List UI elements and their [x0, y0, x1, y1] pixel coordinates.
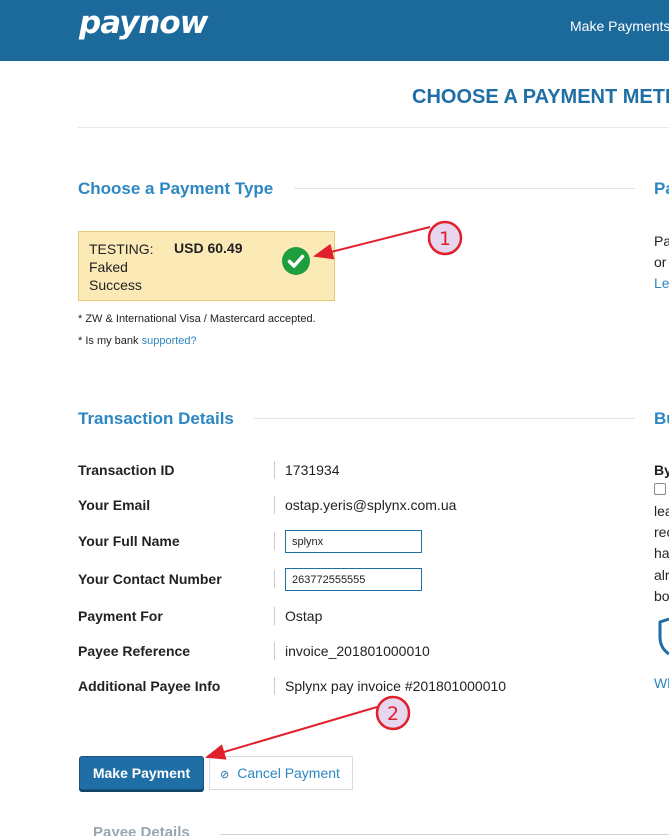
full-name-field[interactable]: [285, 530, 422, 553]
section-divider: [220, 834, 669, 835]
payment-method-label: TESTING: Faked Success: [89, 241, 154, 293]
cancel-icon: ⊘: [220, 769, 230, 781]
payment-for-label: Payment For: [78, 608, 163, 624]
paynow-logo[interactable]: paynow: [79, 5, 208, 41]
section-divider: [254, 418, 635, 419]
payment-method-card[interactable]: TESTING: Faked Success USD 60.49: [78, 231, 335, 301]
right-what-link[interactable]: Wh: [654, 675, 669, 691]
payee-reference-label: Payee Reference: [78, 643, 191, 659]
right-text-line: alr: [654, 567, 669, 583]
annotation-marker: [375, 695, 411, 731]
full-name-label: Your Full Name: [78, 533, 180, 549]
cards-accepted-note: * ZW & International Visa / Mastercard a…: [78, 313, 316, 325]
annotation-number: 1: [439, 228, 451, 250]
contact-number-label: Your Contact Number: [78, 571, 222, 587]
right-section-title: Bu: [654, 409, 669, 428]
section-divider: [294, 188, 635, 189]
bank-note-text: * Is my bank: [78, 335, 139, 347]
transaction-id-value: 1731934: [285, 462, 340, 478]
right-text-line: lea: [654, 503, 669, 519]
annotation-arrow: [205, 706, 378, 760]
right-learn-link[interactable]: Le: [654, 275, 669, 291]
payment-amount: USD 60.49: [174, 240, 243, 256]
row-separator: [274, 496, 275, 514]
row-separator: [274, 607, 275, 625]
right-text-line: rec: [654, 524, 669, 540]
bank-supported-link[interactable]: supported?: [142, 335, 197, 347]
contact-number-field[interactable]: [285, 568, 422, 591]
email-label: Your Email: [78, 497, 151, 513]
cancel-payment-label: Cancel Payment: [237, 765, 340, 781]
payee-details-title: Payee Details: [93, 824, 190, 836]
email-value: ostap.yeris@splynx.com.ua: [285, 497, 457, 513]
right-text-line: Pa: [654, 233, 669, 249]
shield-icon: [658, 617, 669, 656]
row-separator: [274, 570, 275, 588]
bank-supported-note: * Is my bank supported?: [78, 335, 197, 347]
payment-type-section-title: Choose a Payment Type: [78, 179, 274, 198]
page-title: CHOOSE A PAYMENT METH: [412, 86, 669, 108]
row-separator: [274, 461, 275, 479]
right-text-line: or: [654, 254, 667, 270]
right-section-title: Pa: [654, 179, 669, 198]
annotation-marker: [427, 220, 463, 256]
nav-make-payments[interactable]: Make Payments: [570, 18, 669, 34]
payment-for-value: Ostap: [285, 608, 323, 624]
right-text-line: ha: [654, 545, 669, 561]
right-text-line: bo: [654, 588, 669, 604]
divider: [78, 127, 669, 128]
transaction-details-section-title: Transaction Details: [78, 409, 234, 428]
annotation-number: 2: [387, 703, 399, 725]
additional-payee-info-value: Splynx pay invoice #201801000010: [285, 678, 507, 694]
right-bold-text: By: [654, 462, 669, 478]
row-separator: [274, 532, 275, 550]
terms-checkbox[interactable]: [654, 483, 666, 495]
row-separator: [274, 677, 275, 695]
additional-payee-info-label: Additional Payee Info: [78, 678, 221, 694]
checkmark-icon: [282, 247, 310, 275]
transaction-id-label: Transaction ID: [78, 462, 175, 478]
payee-reference-value: invoice_201801000010: [285, 643, 430, 659]
row-separator: [274, 642, 275, 660]
top-header-bar: paynow Make Payments: [0, 0, 669, 61]
make-payment-button[interactable]: Make Payment: [79, 756, 204, 790]
cancel-payment-button[interactable]: ⊘ Cancel Payment: [209, 756, 353, 790]
